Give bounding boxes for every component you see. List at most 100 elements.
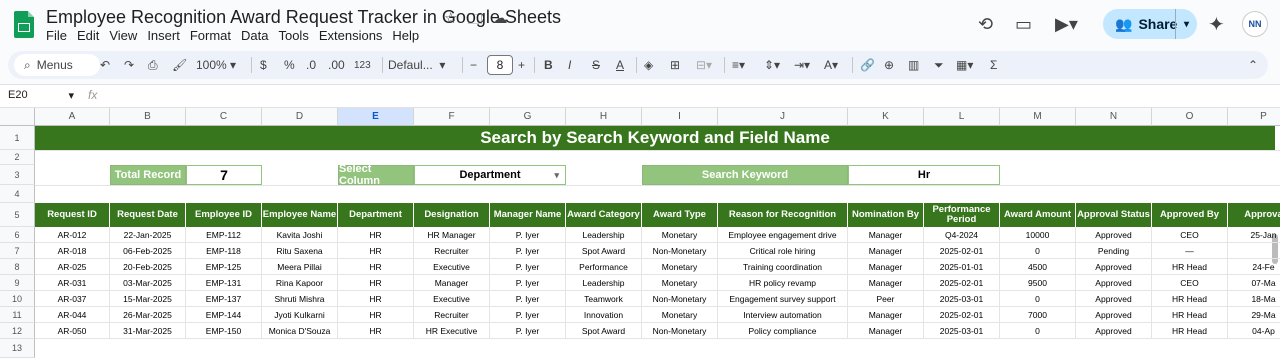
select-all-corner[interactable] xyxy=(0,108,35,126)
table-cell[interactable]: EMP-137 xyxy=(186,291,262,307)
table-cell[interactable]: HR Executive xyxy=(414,323,490,339)
table-cell[interactable]: Manager xyxy=(848,259,924,275)
table-cell[interactable]: Q4-2024 xyxy=(924,227,1000,243)
row-header-6[interactable]: 6 xyxy=(0,227,35,243)
table-cell[interactable]: EMP-144 xyxy=(186,307,262,323)
table-cell[interactable]: Training coordination xyxy=(718,259,848,275)
borders-icon[interactable]: ⊞ xyxy=(670,51,680,79)
decrease-font-icon[interactable]: − xyxy=(470,51,477,79)
table-cell[interactable]: 10000 xyxy=(1000,227,1076,243)
column-header-d[interactable]: D xyxy=(262,108,338,126)
column-header-g[interactable]: G xyxy=(490,108,566,126)
font-select[interactable]: Defaul... ▾ xyxy=(388,51,445,79)
table-header-cell[interactable]: Request Date xyxy=(110,203,186,227)
table-header-cell[interactable]: Approved By xyxy=(1152,203,1228,227)
table-cell[interactable]: 4500 xyxy=(1000,259,1076,275)
table-cell[interactable] xyxy=(1228,243,1280,259)
functions-icon[interactable]: Σ xyxy=(990,51,997,79)
row-header-9[interactable]: 9 xyxy=(0,275,35,291)
table-cell[interactable]: Monetary xyxy=(642,275,718,291)
table-cell[interactable]: Leadership xyxy=(566,275,642,291)
search-keyword-input[interactable]: Hr xyxy=(848,165,1000,185)
increase-font-icon[interactable]: + xyxy=(518,51,525,79)
table-cell[interactable]: 0 xyxy=(1000,291,1076,307)
table-cell[interactable]: Manager xyxy=(848,275,924,291)
fill-color-icon[interactable]: ◈ xyxy=(644,51,653,79)
table-cell[interactable]: Approved xyxy=(1076,323,1152,339)
column-header-a[interactable]: A xyxy=(35,108,110,126)
table-cell[interactable]: P. Iyer xyxy=(490,307,566,323)
avatar[interactable]: NN xyxy=(1242,11,1268,37)
table-cell[interactable]: Monetary xyxy=(642,259,718,275)
table-cell[interactable]: 18-Ma xyxy=(1228,291,1280,307)
table-header-cell[interactable]: Approval Status xyxy=(1076,203,1152,227)
table-cell[interactable]: 06-Feb-2025 xyxy=(110,243,186,259)
column-header-k[interactable]: K xyxy=(848,108,924,126)
strikethrough-icon[interactable]: S xyxy=(592,51,600,79)
table-cell[interactable]: P. Iyer xyxy=(490,291,566,307)
column-header-j[interactable]: J xyxy=(718,108,848,126)
table-header-cell[interactable]: Department xyxy=(338,203,414,227)
menu-file[interactable]: File xyxy=(46,28,67,43)
share-button[interactable]: 👥 Share ▾ xyxy=(1103,9,1197,39)
table-cell[interactable]: AR-025 xyxy=(35,259,110,275)
table-cell[interactable]: HR xyxy=(338,291,414,307)
column-header-p[interactable]: P xyxy=(1228,108,1280,126)
row-header-7[interactable]: 7 xyxy=(0,243,35,259)
table-cell[interactable]: P. Iyer xyxy=(490,259,566,275)
table-cell[interactable]: Monetary xyxy=(642,307,718,323)
table-cell[interactable]: Manager xyxy=(848,307,924,323)
column-header-h[interactable]: H xyxy=(566,108,642,126)
table-cell[interactable]: Ritu Saxena xyxy=(262,243,338,259)
table-cell[interactable]: AR-037 xyxy=(35,291,110,307)
row-header-10[interactable]: 10 xyxy=(0,291,35,307)
table-cell[interactable]: Interview automation xyxy=(718,307,848,323)
table-cell[interactable]: Meera Pillai xyxy=(262,259,338,275)
table-cell[interactable]: Monetary xyxy=(642,227,718,243)
table-header-cell[interactable]: Reason for Recognition xyxy=(718,203,848,227)
table-cell[interactable]: P. Iyer xyxy=(490,275,566,291)
row-header-5[interactable]: 5 xyxy=(0,203,35,227)
table-cell[interactable]: EMP-150 xyxy=(186,323,262,339)
table-cell[interactable]: EMP-112 xyxy=(186,227,262,243)
menu-data[interactable]: Data xyxy=(241,28,268,43)
sheets-logo-icon[interactable] xyxy=(14,11,34,38)
column-header-f[interactable]: F xyxy=(414,108,490,126)
table-cell[interactable]: Approved xyxy=(1076,259,1152,275)
table-header-cell[interactable]: Nomination By xyxy=(848,203,924,227)
table-cell[interactable]: HR xyxy=(338,323,414,339)
table-cell[interactable]: Non-Monetary xyxy=(642,243,718,259)
column-header-b[interactable]: B xyxy=(110,108,186,126)
table-header-cell[interactable]: Award Type xyxy=(642,203,718,227)
table-cell[interactable]: HR xyxy=(338,243,414,259)
table-cell[interactable]: Pending xyxy=(1076,243,1152,259)
table-cell[interactable]: — xyxy=(1152,243,1228,259)
table-header-cell[interactable]: Award Category xyxy=(566,203,642,227)
table-cell[interactable]: 20-Feb-2025 xyxy=(110,259,186,275)
table-cell[interactable]: Rina Kapoor xyxy=(262,275,338,291)
insert-chart-icon[interactable]: ▥ xyxy=(908,51,919,79)
table-cell[interactable]: Jyoti Kulkarni xyxy=(262,307,338,323)
table-cell[interactable]: Executive xyxy=(414,291,490,307)
table-cell[interactable]: Leadership xyxy=(566,227,642,243)
number-format-button[interactable]: 123 xyxy=(354,51,371,79)
table-cell[interactable]: Policy compliance xyxy=(718,323,848,339)
table-cell[interactable]: 2025-03-01 xyxy=(924,323,1000,339)
table-cell[interactable]: EMP-131 xyxy=(186,275,262,291)
table-cell[interactable]: Recruiter xyxy=(414,307,490,323)
filter-views-icon[interactable]: ▦▾ xyxy=(956,51,973,79)
table-cell[interactable]: 2025-02-01 xyxy=(924,275,1000,291)
table-cell[interactable]: Manager xyxy=(414,275,490,291)
table-cell[interactable]: HR Head xyxy=(1152,259,1228,275)
table-cell[interactable]: Innovation xyxy=(566,307,642,323)
comment-icon[interactable]: ▭ xyxy=(1015,14,1032,35)
total-record-value[interactable]: 7 xyxy=(186,165,262,185)
table-header-cell[interactable]: Designation xyxy=(414,203,490,227)
table-cell[interactable]: HR xyxy=(338,227,414,243)
table-cell[interactable]: 25-Jan xyxy=(1228,227,1280,243)
table-cell[interactable]: Approved xyxy=(1076,291,1152,307)
table-cell[interactable]: AR-018 xyxy=(35,243,110,259)
horizontal-align-icon[interactable]: ≡▾ xyxy=(732,51,745,79)
row-header-13[interactable]: 13 xyxy=(0,339,35,358)
column-header-o[interactable]: O xyxy=(1152,108,1228,126)
